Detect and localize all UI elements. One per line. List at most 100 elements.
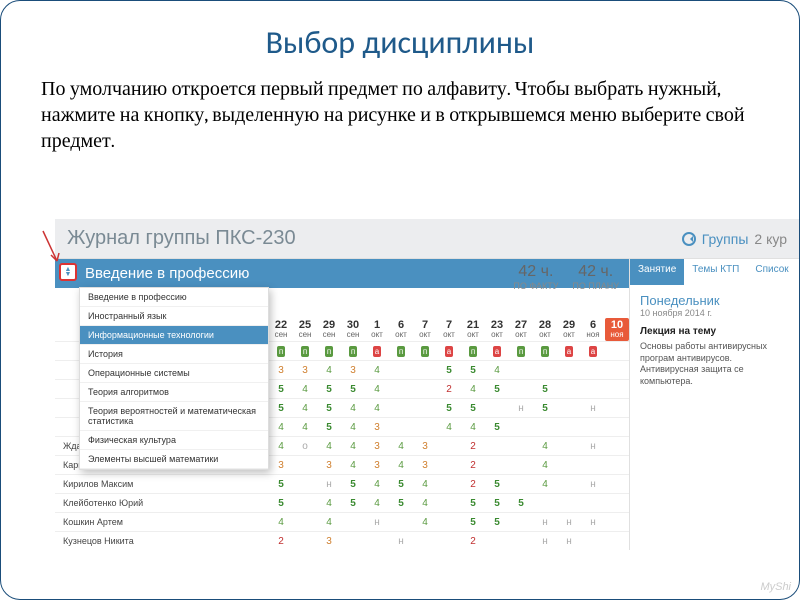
grade-cell[interactable]: 5 <box>461 403 485 414</box>
date-column[interactable]: 21окт <box>461 318 485 341</box>
grade-cell[interactable]: о <box>293 441 317 452</box>
tab[interactable]: Список <box>747 259 796 285</box>
grade-cell[interactable]: 5 <box>461 517 485 528</box>
date-column[interactable]: 25сен <box>293 318 317 341</box>
grade-cell[interactable]: 5 <box>317 403 341 414</box>
grade-cell[interactable]: н <box>533 517 557 528</box>
grade-cell[interactable]: 2 <box>461 479 485 490</box>
grade-cell[interactable]: 2 <box>461 441 485 452</box>
grade-cell[interactable]: 5 <box>485 498 509 509</box>
grade-cell[interactable]: 3 <box>317 460 341 471</box>
dropdown-item[interactable]: Иностранный язык <box>80 307 268 326</box>
grade-cell[interactable]: 4 <box>341 403 365 414</box>
grade-cell[interactable]: 4 <box>461 422 485 433</box>
dropdown-item[interactable]: Введение в профессию <box>80 288 268 307</box>
dropdown-item[interactable]: Информационные технологии <box>80 326 268 345</box>
grade-cell[interactable]: н <box>389 536 413 547</box>
grade-cell[interactable]: н <box>557 517 581 528</box>
date-column[interactable]: 7окт <box>437 318 461 341</box>
dropdown-item[interactable]: Теория вероятностей и математическая ста… <box>80 402 268 431</box>
dropdown-item[interactable]: Операционные системы <box>80 364 268 383</box>
grade-cell[interactable]: 5 <box>317 384 341 395</box>
grade-cell[interactable]: 5 <box>437 365 461 376</box>
dropdown-item[interactable]: Физическая культура <box>80 431 268 450</box>
grade-cell[interactable]: 5 <box>341 498 365 509</box>
grade-cell[interactable]: 4 <box>341 460 365 471</box>
grade-cell[interactable]: 5 <box>485 422 509 433</box>
grade-cell[interactable]: 4 <box>365 479 389 490</box>
grade-cell[interactable]: 5 <box>269 403 293 414</box>
grade-cell[interactable]: н <box>581 403 605 414</box>
dropdown-item[interactable]: Элементы высшей математики <box>80 450 268 469</box>
dropdown-item[interactable]: История <box>80 345 268 364</box>
date-column[interactable]: 27окт <box>509 318 533 341</box>
grade-cell[interactable]: н <box>581 441 605 452</box>
grade-cell[interactable]: н <box>581 517 605 528</box>
grade-cell[interactable]: 4 <box>293 403 317 414</box>
date-column[interactable]: 6окт <box>389 318 413 341</box>
grade-cell[interactable]: 4 <box>365 365 389 376</box>
grade-cell[interactable]: 4 <box>269 441 293 452</box>
grade-cell[interactable]: 4 <box>317 498 341 509</box>
grade-cell[interactable]: н <box>365 517 389 528</box>
grade-cell[interactable]: 5 <box>269 479 293 490</box>
grade-cell[interactable]: 4 <box>269 517 293 528</box>
grade-cell[interactable]: 3 <box>269 365 293 376</box>
grade-cell[interactable]: 3 <box>365 460 389 471</box>
grade-cell[interactable]: 5 <box>509 498 533 509</box>
grade-cell[interactable]: 4 <box>293 384 317 395</box>
date-column[interactable]: 29сен <box>317 318 341 341</box>
grade-cell[interactable]: 5 <box>533 384 557 395</box>
grade-cell[interactable]: 4 <box>341 441 365 452</box>
grade-cell[interactable]: 2 <box>461 460 485 471</box>
grade-cell[interactable]: н <box>557 536 581 547</box>
date-column[interactable]: 28окт <box>533 318 557 341</box>
grade-cell[interactable]: 5 <box>389 498 413 509</box>
date-column[interactable]: 30сен <box>341 318 365 341</box>
date-column[interactable]: 6ноя <box>581 318 605 341</box>
grade-cell[interactable]: н <box>581 479 605 490</box>
grade-cell[interactable]: 5 <box>389 479 413 490</box>
grade-cell[interactable]: н <box>533 536 557 547</box>
grade-cell[interactable]: 4 <box>485 365 509 376</box>
grade-cell[interactable]: 4 <box>293 422 317 433</box>
grade-cell[interactable]: 5 <box>461 365 485 376</box>
grade-cell[interactable]: 4 <box>317 365 341 376</box>
grade-cell[interactable]: 4 <box>365 403 389 414</box>
grade-cell[interactable]: 5 <box>485 384 509 395</box>
grade-cell[interactable]: 4 <box>389 441 413 452</box>
grade-cell[interactable]: 3 <box>269 460 293 471</box>
grade-cell[interactable]: 2 <box>461 536 485 547</box>
grade-cell[interactable]: 4 <box>437 422 461 433</box>
tab[interactable]: Занятие <box>630 259 684 285</box>
grade-cell[interactable]: 4 <box>365 498 389 509</box>
grade-cell[interactable]: 5 <box>461 498 485 509</box>
grade-cell[interactable]: 5 <box>317 422 341 433</box>
grade-cell[interactable]: 4 <box>413 479 437 490</box>
grade-cell[interactable]: 5 <box>269 384 293 395</box>
breadcrumb-groups[interactable]: Группы <box>702 231 749 247</box>
grade-cell[interactable]: 3 <box>365 422 389 433</box>
grade-cell[interactable]: 4 <box>533 460 557 471</box>
tab[interactable]: Темы КТП <box>684 259 747 285</box>
grade-cell[interactable]: 4 <box>317 517 341 528</box>
grade-cell[interactable]: 2 <box>437 384 461 395</box>
grade-cell[interactable]: 4 <box>365 384 389 395</box>
subject-dropdown-toggle[interactable]: ▲ ▼ <box>59 263 77 281</box>
grade-cell[interactable]: 4 <box>533 479 557 490</box>
grade-cell[interactable]: 4 <box>317 441 341 452</box>
date-column[interactable]: 22сен <box>269 318 293 341</box>
grade-cell[interactable]: 3 <box>413 460 437 471</box>
grade-cell[interactable]: 5 <box>533 403 557 414</box>
grade-cell[interactable]: 3 <box>413 441 437 452</box>
dropdown-item[interactable]: Теория алгоритмов <box>80 383 268 402</box>
grade-cell[interactable]: 4 <box>533 441 557 452</box>
grade-cell[interactable]: 5 <box>485 479 509 490</box>
date-column[interactable]: 1окт <box>365 318 389 341</box>
grade-cell[interactable]: 4 <box>269 422 293 433</box>
grade-cell[interactable]: 5 <box>341 479 365 490</box>
grade-cell[interactable]: 5 <box>485 517 509 528</box>
grade-cell[interactable]: 3 <box>341 365 365 376</box>
grade-cell[interactable]: 4 <box>389 460 413 471</box>
grade-cell[interactable]: н <box>509 403 533 414</box>
